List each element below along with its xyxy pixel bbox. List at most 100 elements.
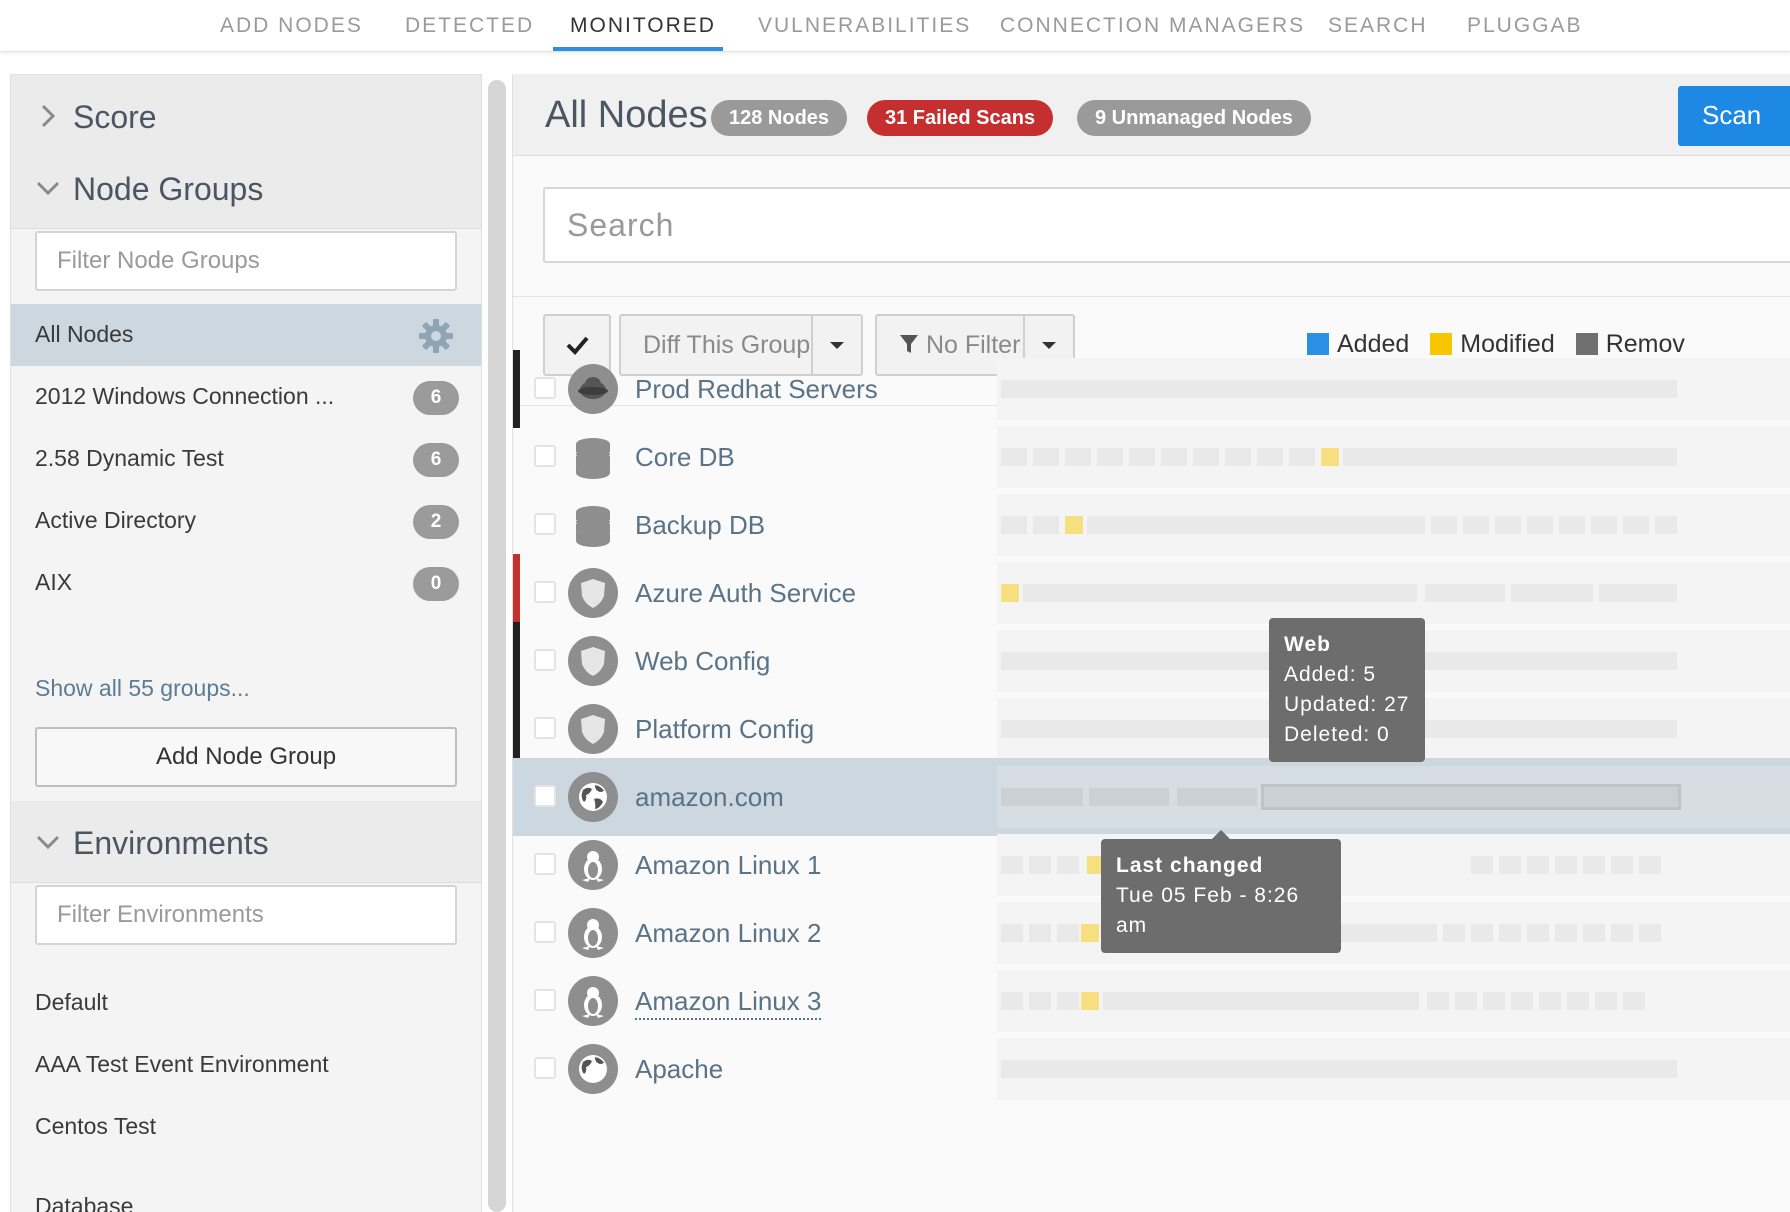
page-title: All Nodes: [545, 94, 708, 136]
node-name[interactable]: Azure Auth Service: [635, 578, 856, 609]
sidebar-item-label: All Nodes: [35, 321, 134, 347]
sidebar-item-all-nodes[interactable]: All Nodes: [11, 304, 481, 366]
count-badge: 6: [413, 381, 459, 415]
node-name[interactable]: Amazon Linux 3: [635, 986, 822, 1020]
sidebar-item-label: AIX: [35, 569, 73, 595]
node-groups-title: Node Groups: [73, 171, 264, 207]
node-name[interactable]: amazon.com: [635, 782, 784, 813]
tooltip-updated: Updated: 27: [1284, 693, 1410, 716]
change-timeline[interactable]: [997, 562, 1790, 624]
count-badge: 6: [413, 443, 459, 477]
filter-environments-input[interactable]: Filter Environments: [35, 885, 457, 945]
nodes-count-badge[interactable]: 128 Nodes: [711, 100, 848, 136]
change-timeline[interactable]: [997, 494, 1790, 556]
row-checkbox[interactable]: [534, 649, 556, 671]
scan-button[interactable]: Scan: [1678, 86, 1790, 146]
table-row[interactable]: Prod Redhat Servers: [513, 350, 1790, 428]
environment-item[interactable]: Database: [35, 1193, 133, 1212]
show-all-groups-link[interactable]: Show all 55 groups...: [35, 675, 250, 702]
shield-icon: [568, 704, 618, 754]
sidebar: Score Node Groups Filter Node Groups All…: [10, 74, 482, 1212]
tab-vulnerabilities[interactable]: VULNERABILITIES: [758, 14, 971, 38]
sidebar-item-2012-windows[interactable]: 2012 Windows Connection ... 6: [11, 366, 481, 428]
row-checkbox[interactable]: [534, 377, 556, 399]
row-checkbox[interactable]: [534, 1057, 556, 1079]
table-row[interactable]: Amazon Linux 3: [513, 962, 1790, 1040]
row-checkbox[interactable]: [534, 921, 556, 943]
row-checkbox[interactable]: [534, 513, 556, 535]
node-groups-section-header[interactable]: Node Groups: [11, 147, 481, 229]
tab-connection-managers[interactable]: CONNECTION MANAGERS: [1000, 14, 1305, 38]
linux-icon: [568, 840, 618, 890]
node-name[interactable]: Apache: [635, 1054, 723, 1085]
table-row[interactable]: Web Config: [513, 622, 1790, 700]
tab-detected[interactable]: DETECTED: [405, 14, 534, 38]
row-checkbox[interactable]: [534, 785, 556, 807]
row-checkbox[interactable]: [534, 445, 556, 467]
node-name[interactable]: Amazon Linux 2: [635, 918, 821, 949]
gear-icon[interactable]: [417, 317, 455, 355]
tooltip-arrow: [1337, 750, 1357, 760]
shield-icon: [568, 636, 618, 686]
node-name[interactable]: Backup DB: [635, 510, 765, 541]
change-timeline[interactable]: [997, 766, 1790, 828]
tooltip-deleted: Deleted: 0: [1284, 723, 1390, 746]
main-panel: All Nodes 128 Nodes 31 Failed Scans 9 Un…: [512, 74, 1790, 1212]
row-checkbox[interactable]: [534, 717, 556, 739]
node-name[interactable]: Core DB: [635, 442, 735, 473]
node-name[interactable]: Web Config: [635, 646, 770, 677]
change-timeline[interactable]: [997, 426, 1790, 488]
change-timeline[interactable]: [997, 970, 1790, 1032]
chevron-down-icon: [36, 835, 60, 850]
shield-icon: [568, 568, 618, 618]
count-badge: 2: [413, 505, 459, 539]
table-row[interactable]: Apache: [513, 1030, 1790, 1108]
table-row[interactable]: Azure Auth Service: [513, 554, 1790, 632]
tab-monitored[interactable]: MONITORED: [570, 14, 716, 38]
status-marker: [513, 350, 520, 428]
filter-node-groups-input[interactable]: Filter Node Groups: [35, 231, 457, 291]
table-row[interactable]: Backup DB: [513, 486, 1790, 564]
row-checkbox[interactable]: [534, 989, 556, 1011]
tooltip-added: Added: 5: [1284, 663, 1377, 686]
sidebar-scrollbar[interactable]: [488, 80, 506, 1212]
redhat-icon: [568, 364, 618, 414]
environment-item[interactable]: Centos Test: [35, 1113, 156, 1140]
globe-icon: [568, 772, 618, 822]
node-name[interactable]: Prod Redhat Servers: [635, 374, 878, 405]
add-node-group-button[interactable]: Add Node Group: [35, 727, 457, 787]
failed-scans-badge[interactable]: 31 Failed Scans: [867, 100, 1054, 136]
row-checkbox[interactable]: [534, 581, 556, 603]
sidebar-item-label: Active Directory: [35, 507, 197, 533]
node-name[interactable]: Platform Config: [635, 714, 814, 745]
score-section-header[interactable]: Score: [11, 75, 481, 157]
score-title: Score: [73, 99, 157, 135]
linux-icon: [568, 908, 618, 958]
top-nav: ADD NODES DETECTED MONITORED VULNERABILI…: [0, 0, 1790, 52]
tab-add-nodes[interactable]: ADD NODES: [220, 14, 363, 38]
active-tab-indicator: [553, 47, 723, 51]
node-name[interactable]: Amazon Linux 1: [635, 850, 821, 881]
environment-item[interactable]: Default: [35, 989, 108, 1016]
table-row-selected[interactable]: amazon.com: [513, 758, 1790, 836]
row-checkbox[interactable]: [534, 853, 556, 875]
tab-search[interactable]: SEARCH: [1328, 14, 1428, 38]
environments-section-header[interactable]: Environments: [11, 801, 481, 883]
sidebar-item-label: 2012 Windows Connection ...: [35, 383, 335, 409]
count-badge: 0: [413, 567, 459, 601]
sidebar-item-aix[interactable]: AIX 0: [11, 552, 481, 614]
last-changed-tooltip: Last changed Tue 05 Feb - 8:26 am: [1101, 839, 1341, 953]
search-input[interactable]: Search: [543, 187, 1790, 263]
table-row[interactable]: Core DB: [513, 418, 1790, 496]
table-row[interactable]: Platform Config: [513, 690, 1790, 768]
change-timeline[interactable]: [997, 1038, 1790, 1100]
unmanaged-nodes-badge[interactable]: 9 Unmanaged Nodes: [1077, 100, 1311, 136]
change-timeline[interactable]: [997, 358, 1790, 420]
sidebar-item-dynamic-test[interactable]: 2.58 Dynamic Test 6: [11, 428, 481, 490]
database-icon: [568, 500, 618, 550]
tooltip-title: Last changed: [1116, 854, 1264, 877]
tab-pluggable[interactable]: PLUGGAB: [1467, 14, 1583, 38]
environment-item[interactable]: AAA Test Event Environment: [35, 1051, 329, 1078]
sidebar-item-active-directory[interactable]: Active Directory 2: [11, 490, 481, 552]
linux-icon: [568, 976, 618, 1026]
